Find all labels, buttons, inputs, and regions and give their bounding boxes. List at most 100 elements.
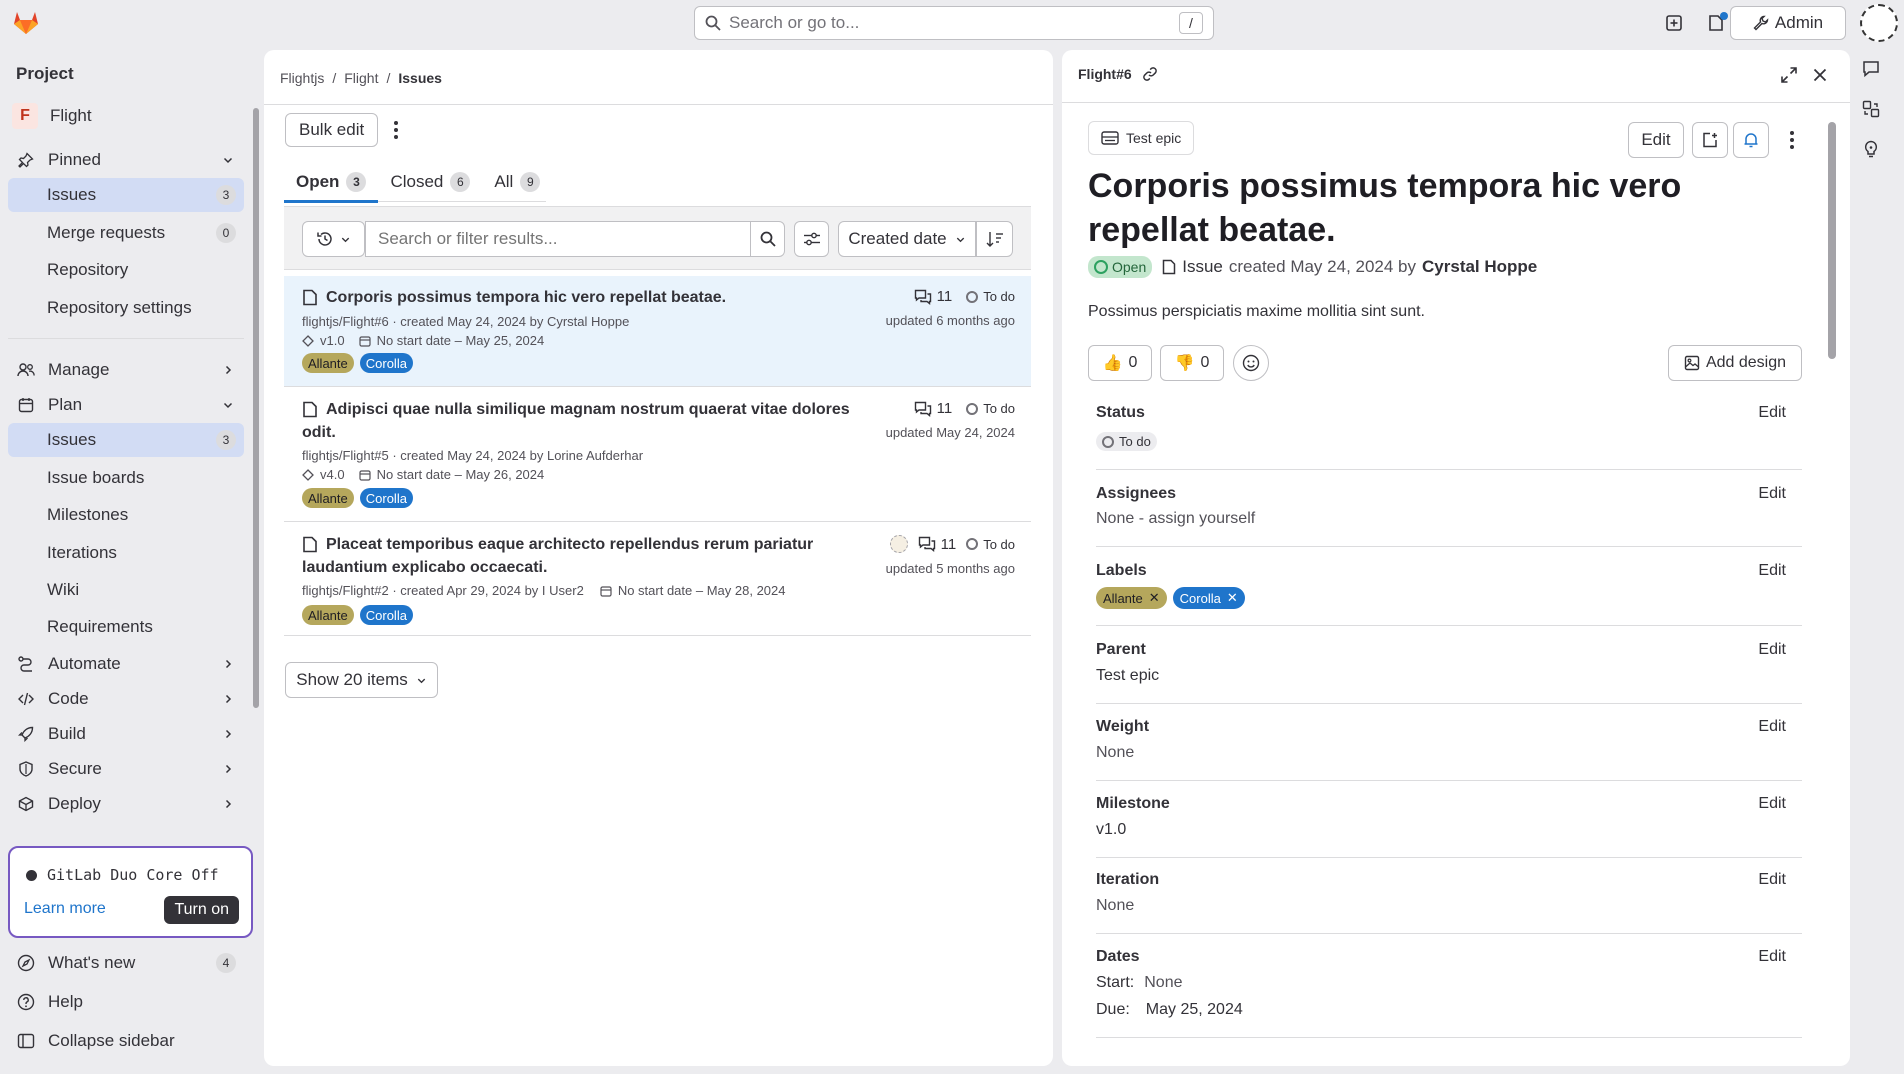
label-corolla[interactable]: Corolla bbox=[359, 605, 413, 625]
assignees-value[interactable]: None - assign yourself bbox=[1096, 510, 1255, 528]
issue-title[interactable]: Corporis possimus tempora hic vero repel… bbox=[302, 286, 726, 309]
sidebar-item-merge-requests[interactable]: Merge requests 0 bbox=[8, 216, 244, 250]
detail-scrollbar[interactable] bbox=[1828, 122, 1836, 359]
sort-direction-button[interactable] bbox=[976, 221, 1013, 257]
thumbs-down-button[interactable]: 👎 0 bbox=[1160, 345, 1224, 381]
label-corolla[interactable]: Corolla bbox=[359, 353, 413, 373]
more-actions-icon[interactable] bbox=[392, 119, 400, 141]
link-icon[interactable] bbox=[1142, 66, 1158, 82]
recent-searches-button[interactable] bbox=[302, 221, 365, 257]
sidebar-item-code[interactable]: Code bbox=[8, 682, 244, 716]
bulk-edit-button[interactable]: Bulk edit bbox=[285, 113, 379, 147]
comments-count[interactable]: 11 bbox=[914, 288, 953, 305]
sidebar-item-deploy[interactable]: Deploy bbox=[8, 787, 244, 821]
remove-label-icon[interactable]: ✕ bbox=[1149, 590, 1160, 606]
tab-closed[interactable]: Closed 6 bbox=[378, 162, 482, 201]
admin-button[interactable]: Admin bbox=[1730, 6, 1846, 40]
issue-row[interactable]: Corporis possimus tempora hic vero repel… bbox=[284, 276, 1031, 387]
sidebar-item-automate[interactable]: Automate bbox=[8, 647, 244, 681]
edit-labels-button[interactable]: Edit bbox=[1758, 562, 1786, 580]
sidebar-item-wiki[interactable]: Wiki bbox=[8, 573, 244, 607]
edit-iteration-button[interactable]: Edit bbox=[1758, 871, 1786, 889]
sidebar-item-build[interactable]: Build bbox=[8, 717, 244, 751]
turn-on-button[interactable]: Turn on bbox=[164, 896, 239, 924]
sidebar-item-issue-boards[interactable]: Issue boards bbox=[8, 461, 244, 495]
issue-title[interactable]: Placeat temporibus eaque architecto repe… bbox=[302, 533, 862, 579]
sidebar-item-iterations[interactable]: Iterations bbox=[8, 536, 244, 570]
parent-epic-chip[interactable]: Test epic bbox=[1088, 121, 1195, 155]
more-actions-icon[interactable] bbox=[1788, 130, 1796, 152]
sidebar-item-milestones[interactable]: Milestones bbox=[8, 498, 244, 532]
label-corolla[interactable]: Corolla ✕ bbox=[1172, 587, 1245, 609]
edit-dates-button[interactable]: Edit bbox=[1758, 948, 1786, 966]
comments-count[interactable]: 11 bbox=[914, 400, 952, 417]
remove-label-icon[interactable]: ✕ bbox=[1227, 590, 1238, 606]
add-design-button[interactable]: Add design bbox=[1668, 345, 1802, 381]
sidebar-item-plan-issues[interactable]: Issues 3 bbox=[8, 423, 244, 457]
tab-count: 3 bbox=[346, 171, 367, 192]
notifications-button[interactable] bbox=[1733, 122, 1769, 158]
issue-author-link[interactable]: Cyrstal Hoppe bbox=[1422, 257, 1537, 277]
parent-value[interactable]: Test epic bbox=[1096, 667, 1159, 685]
label-allante[interactable]: Allante ✕ bbox=[1096, 587, 1167, 609]
label-allante[interactable]: Allante bbox=[302, 488, 354, 508]
edit-status-button[interactable]: Edit bbox=[1758, 404, 1786, 422]
issue-icon[interactable] bbox=[1702, 9, 1730, 37]
issue-row[interactable]: Adipisci quae nulla similique magnam nos… bbox=[284, 388, 1031, 522]
expand-icon[interactable] bbox=[1780, 66, 1798, 84]
weight-value: None bbox=[1096, 744, 1135, 761]
edit-assignees-button[interactable]: Edit bbox=[1758, 485, 1786, 503]
sidebar-scrollbar[interactable] bbox=[253, 108, 259, 708]
issue-row[interactable]: Placeat temporibus eaque architecto repe… bbox=[284, 523, 1031, 636]
breadcrumb-group[interactable]: Flightjs bbox=[280, 70, 324, 86]
tab-all[interactable]: All 9 bbox=[482, 162, 552, 201]
filter-search-button[interactable] bbox=[750, 221, 785, 257]
sidebar-item-pinned-issues[interactable]: Issues 3 bbox=[8, 178, 244, 212]
sidebar-item-help[interactable]: Help bbox=[8, 985, 244, 1019]
global-search-input[interactable]: Search or go to... / bbox=[694, 6, 1214, 40]
comment-icon[interactable] bbox=[1862, 60, 1894, 78]
issue-reference[interactable]: Flight#6 bbox=[1078, 66, 1132, 82]
sidebar-item-repository[interactable]: Repository bbox=[8, 253, 244, 287]
learn-more-link[interactable]: Learn more bbox=[24, 900, 106, 918]
edit-parent-button[interactable]: Edit bbox=[1758, 641, 1786, 659]
diff-icon[interactable] bbox=[1862, 100, 1894, 118]
edit-weight-button[interactable]: Edit bbox=[1758, 718, 1786, 736]
display-options-button[interactable] bbox=[794, 221, 829, 257]
label-allante[interactable]: Allante bbox=[302, 353, 354, 373]
sidebar-item-collapse[interactable]: Collapse sidebar bbox=[8, 1024, 244, 1058]
breadcrumb-current[interactable]: Issues bbox=[398, 70, 442, 86]
show-items-dropdown[interactable]: Show 20 items bbox=[285, 662, 438, 698]
sidebar-pinned-toggle[interactable]: Pinned bbox=[8, 143, 244, 177]
sidebar-item-secure[interactable]: Secure bbox=[8, 752, 244, 786]
plus-square-icon[interactable] bbox=[1660, 9, 1688, 37]
issue-title[interactable]: Adipisci quae nulla similique magnam nos… bbox=[302, 398, 862, 444]
sort-dropdown[interactable]: Created date bbox=[838, 221, 976, 257]
gitlab-logo-icon[interactable] bbox=[12, 8, 40, 36]
sidebar-project-flight[interactable]: F Flight bbox=[8, 99, 244, 133]
label-allante[interactable]: Allante bbox=[302, 605, 354, 625]
sidebar-item-repository-settings[interactable]: Repository settings bbox=[8, 291, 244, 325]
lightbulb-icon[interactable] bbox=[1862, 140, 1894, 158]
add-reaction-button[interactable] bbox=[1233, 345, 1269, 381]
filter-search-input[interactable] bbox=[365, 221, 751, 257]
user-avatar[interactable] bbox=[1860, 4, 1898, 42]
assignee-avatar[interactable] bbox=[889, 535, 908, 553]
tab-open[interactable]: Open 3 bbox=[284, 162, 379, 203]
close-icon[interactable] bbox=[1812, 67, 1828, 83]
sidebar-item-manage[interactable]: Manage bbox=[8, 353, 244, 387]
new-related-button[interactable] bbox=[1692, 122, 1728, 158]
sidebar-item-whats-new[interactable]: What's new 4 bbox=[8, 946, 244, 980]
milestone-value[interactable]: v1.0 bbox=[1096, 821, 1126, 839]
edit-issue-button[interactable]: Edit bbox=[1628, 122, 1684, 158]
thumbs-up-button[interactable]: 👍 0 bbox=[1088, 345, 1152, 381]
label-corolla[interactable]: Corolla bbox=[359, 488, 413, 508]
edit-milestone-button[interactable]: Edit bbox=[1758, 795, 1786, 813]
comments-count-value: 11 bbox=[936, 288, 953, 305]
comments-count[interactable]: 11 bbox=[918, 536, 956, 553]
breadcrumb-project[interactable]: Flight bbox=[344, 70, 378, 86]
sidebar-item-requirements[interactable]: Requirements bbox=[8, 610, 244, 644]
status-value[interactable]: To do bbox=[1096, 432, 1157, 453]
sidebar-item-plan[interactable]: Plan bbox=[8, 388, 244, 422]
issue-milestone: v1.0 bbox=[320, 333, 345, 348]
